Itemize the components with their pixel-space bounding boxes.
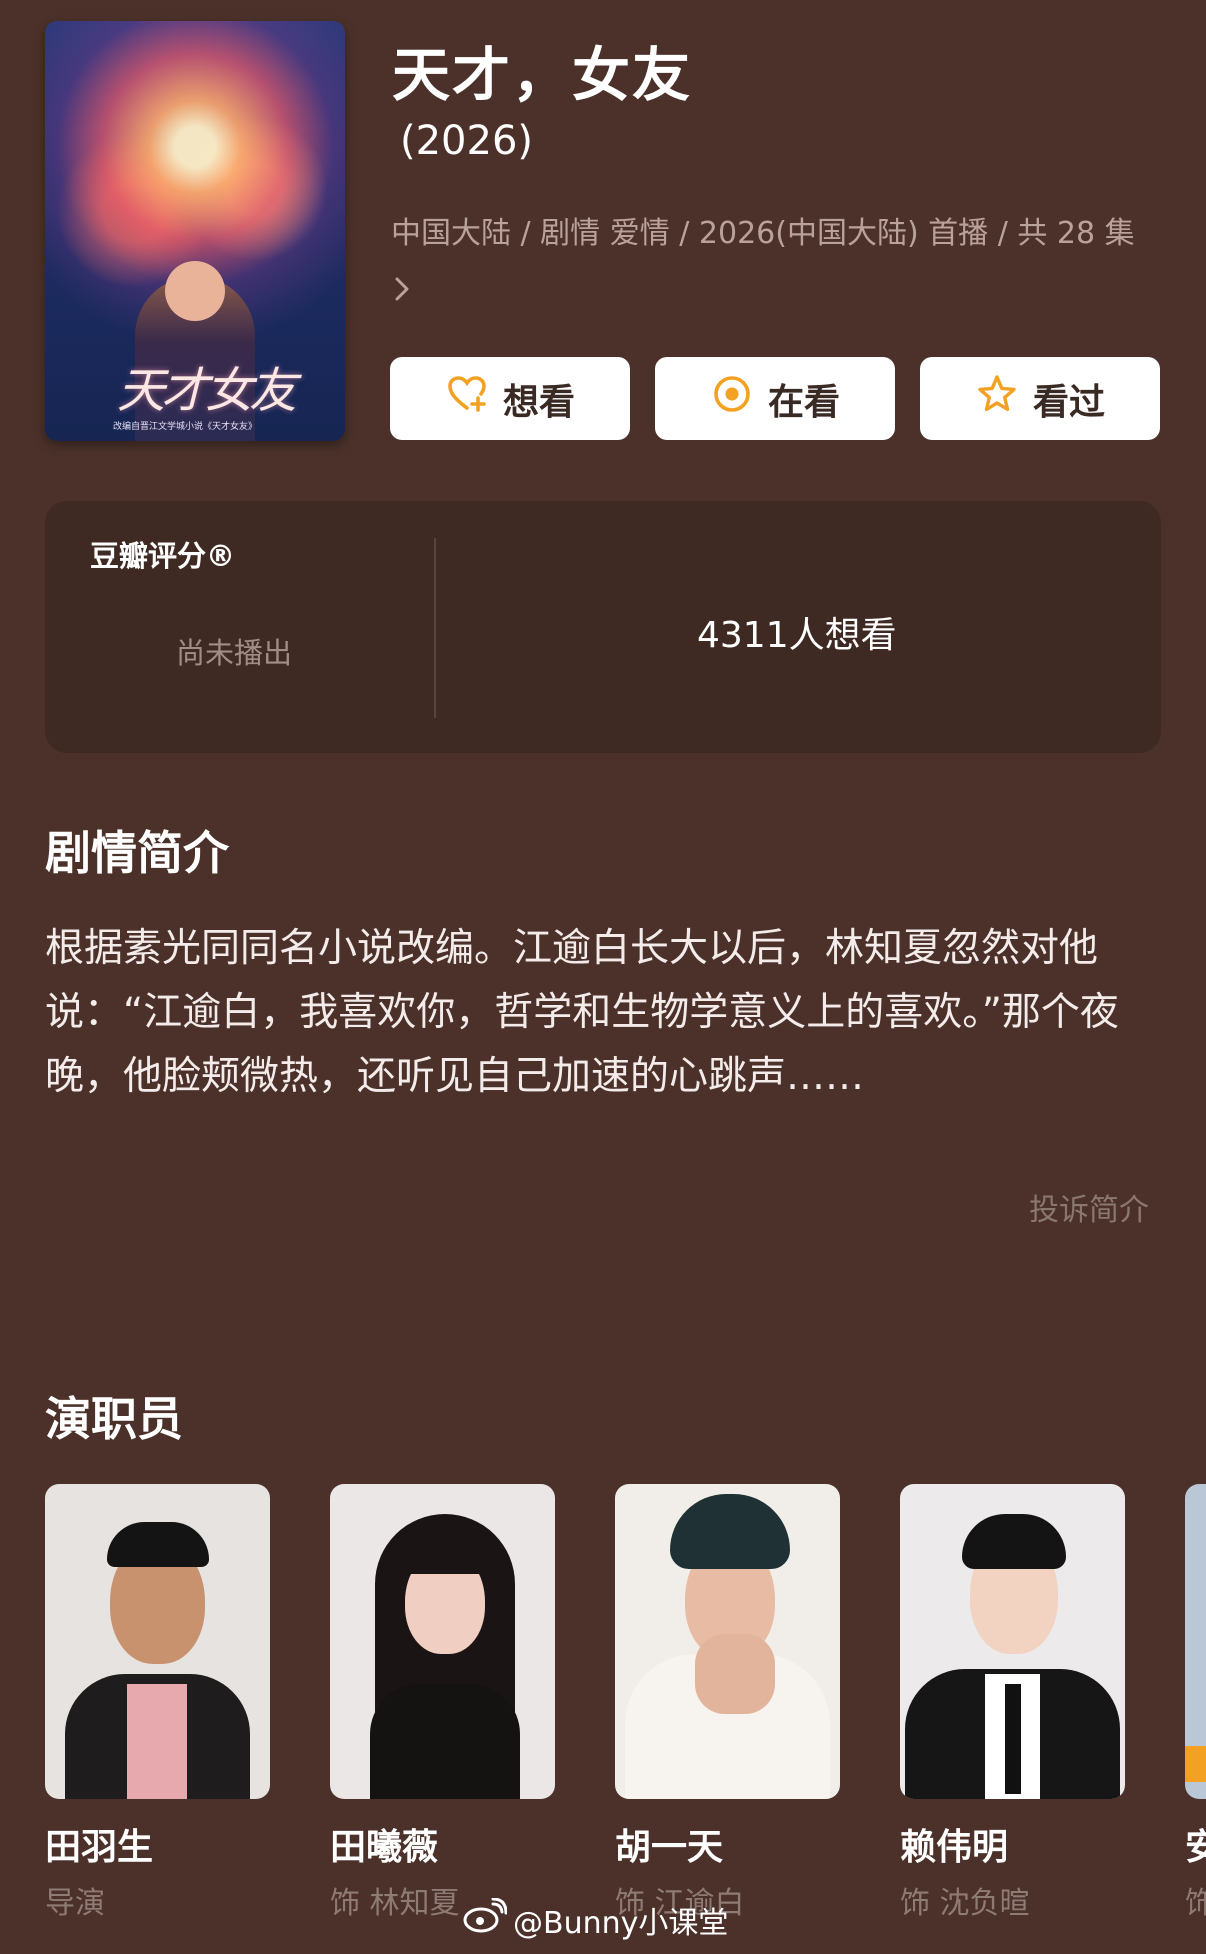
want-count: 4311人想看 [697, 615, 897, 656]
weibo-icon [463, 1897, 508, 1942]
cast-name[interactable]: 赖伟明 [900, 1818, 1008, 1870]
watermark-text: @Bunny小课堂 [513, 1906, 729, 1941]
show-title: 天才，女友 [392, 41, 693, 109]
cast-name[interactable]: 田羽生 [45, 1818, 153, 1870]
report-synopsis-link[interactable]: 投诉简介 [1029, 1185, 1149, 1229]
watched-button[interactable]: 看过 [920, 357, 1160, 440]
show-meta[interactable]: 中国大陆 / 剧情 爱情 / 2026(中国大陆) 首播 / 共 28 集 [391, 206, 1151, 318]
cast-role: 饰 林知夏 [330, 1886, 460, 1921]
poster-face [165, 261, 225, 321]
cast-role: 饰 [1185, 1886, 1206, 1921]
chevron-right-icon [391, 272, 413, 307]
cast-photo-partial[interactable] [1185, 1484, 1206, 1799]
cast-photo-actress[interactable] [330, 1484, 555, 1799]
synopsis-text: 根据素光同同名小说改编。江逾白长大以后，林知夏忽然对他说：“江逾白，我喜欢你，哲… [45, 926, 1119, 1099]
cast-name[interactable]: 安 [1185, 1818, 1206, 1870]
cast-photo-actor-1[interactable] [615, 1484, 840, 1799]
watching-button[interactable]: 在看 [655, 357, 895, 440]
cast-name[interactable]: 田曦薇 [330, 1818, 438, 1870]
want-button[interactable]: 想看 [390, 357, 630, 440]
cast-role: 导演 [45, 1886, 105, 1921]
cast-photo-actor-2[interactable] [900, 1484, 1125, 1799]
poster-image[interactable]: 天才女友 改编自晋江文学城小说《天才女友》 [45, 21, 345, 441]
watching-button-label: 在看 [767, 381, 840, 423]
show-meta-text: 中国大陆 / 剧情 爱情 / 2026(中国大陆) 首播 / 共 28 集 [391, 216, 1135, 251]
heart-plus-icon [445, 372, 489, 425]
cast-name[interactable]: 胡一天 [615, 1818, 723, 1870]
watched-button-label: 看过 [1032, 381, 1105, 423]
target-icon [710, 372, 754, 425]
rating-label: 豆瓣评分® [90, 539, 236, 573]
star-icon [975, 372, 1019, 425]
show-year: (2026) [400, 118, 534, 164]
want-button-label: 想看 [502, 381, 575, 423]
rating-divider [434, 538, 436, 718]
poster-caption: 改编自晋江文学城小说《天才女友》 [113, 422, 258, 432]
rating-status: 尚未播出 [176, 636, 293, 670]
cast-photo-director[interactable] [45, 1484, 270, 1799]
cast-heading: 演职员 [45, 1392, 183, 1446]
cast-role: 饰 沈负暄 [900, 1886, 1030, 1921]
watermark: @Bunny小课堂 [463, 1897, 729, 1942]
synopsis-heading: 剧情简介 [45, 826, 229, 880]
poster-title-art: 天才女友 [117, 363, 297, 419]
